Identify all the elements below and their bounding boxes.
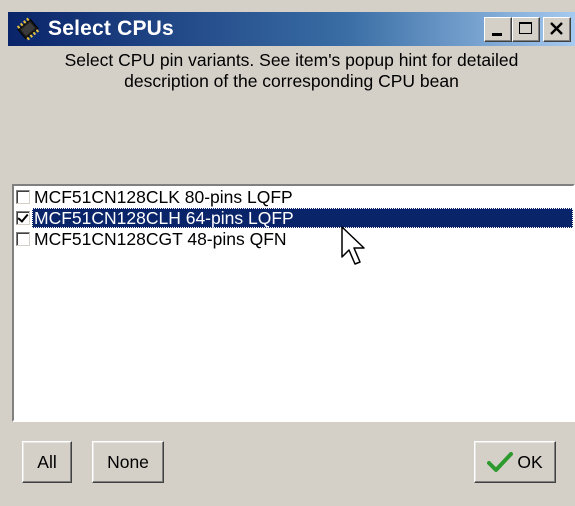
- close-icon: [550, 22, 563, 35]
- checkbox-cpu-clk[interactable]: [16, 190, 30, 204]
- list-item-cpu-clk[interactable]: MCF51CN128CLK 80-pins LQFP: [16, 187, 573, 207]
- list-item-cpu-cgt[interactable]: MCF51CN128CGT 48-pins QFN: [16, 229, 573, 249]
- maximize-button[interactable]: [512, 17, 540, 42]
- title-bar[interactable]: Select CPUs: [8, 12, 575, 46]
- maximize-icon: [519, 22, 532, 34]
- instructions-line-2: description of the corresponding CPU bea…: [124, 71, 459, 91]
- minimize-button[interactable]: [484, 17, 512, 42]
- list-item-label: MCF51CN128CLK 80-pins LQFP: [34, 187, 293, 207]
- close-button[interactable]: [543, 17, 571, 42]
- select-cpus-dialog: Select CPUs Select CPU pin variants. See…: [0, 0, 575, 506]
- list-item-label: MCF51CN128CLH 64-pins LQFP: [32, 208, 573, 228]
- checkbox-cpu-clh[interactable]: [16, 211, 30, 225]
- cpu-variant-list[interactable]: MCF51CN128CLK 80-pins LQFP MCF51CN128CLH…: [12, 184, 575, 422]
- checkbox-cpu-cgt[interactable]: [16, 232, 30, 246]
- select-none-label: None: [107, 451, 149, 472]
- select-all-button[interactable]: All: [22, 441, 72, 483]
- list-item-label: MCF51CN128CGT 48-pins QFN: [34, 229, 287, 249]
- select-none-button[interactable]: None: [92, 441, 164, 483]
- select-all-label: All: [37, 451, 57, 472]
- ok-button[interactable]: OK: [474, 441, 556, 483]
- mouse-pointer-icon: [341, 226, 365, 265]
- checkmark-icon: [487, 452, 514, 472]
- title-buttons: [484, 17, 571, 42]
- instructions-line-1: Select CPU pin variants. See item's popu…: [64, 50, 519, 70]
- window-title: Select CPUs: [48, 17, 174, 40]
- minimize-icon: [492, 33, 502, 36]
- ok-label: OK: [517, 451, 543, 472]
- list-item-cpu-clh[interactable]: MCF51CN128CLH 64-pins LQFP: [16, 208, 573, 228]
- instructions-text: Select CPU pin variants. See item's popu…: [8, 50, 575, 92]
- chip-icon: [14, 16, 42, 42]
